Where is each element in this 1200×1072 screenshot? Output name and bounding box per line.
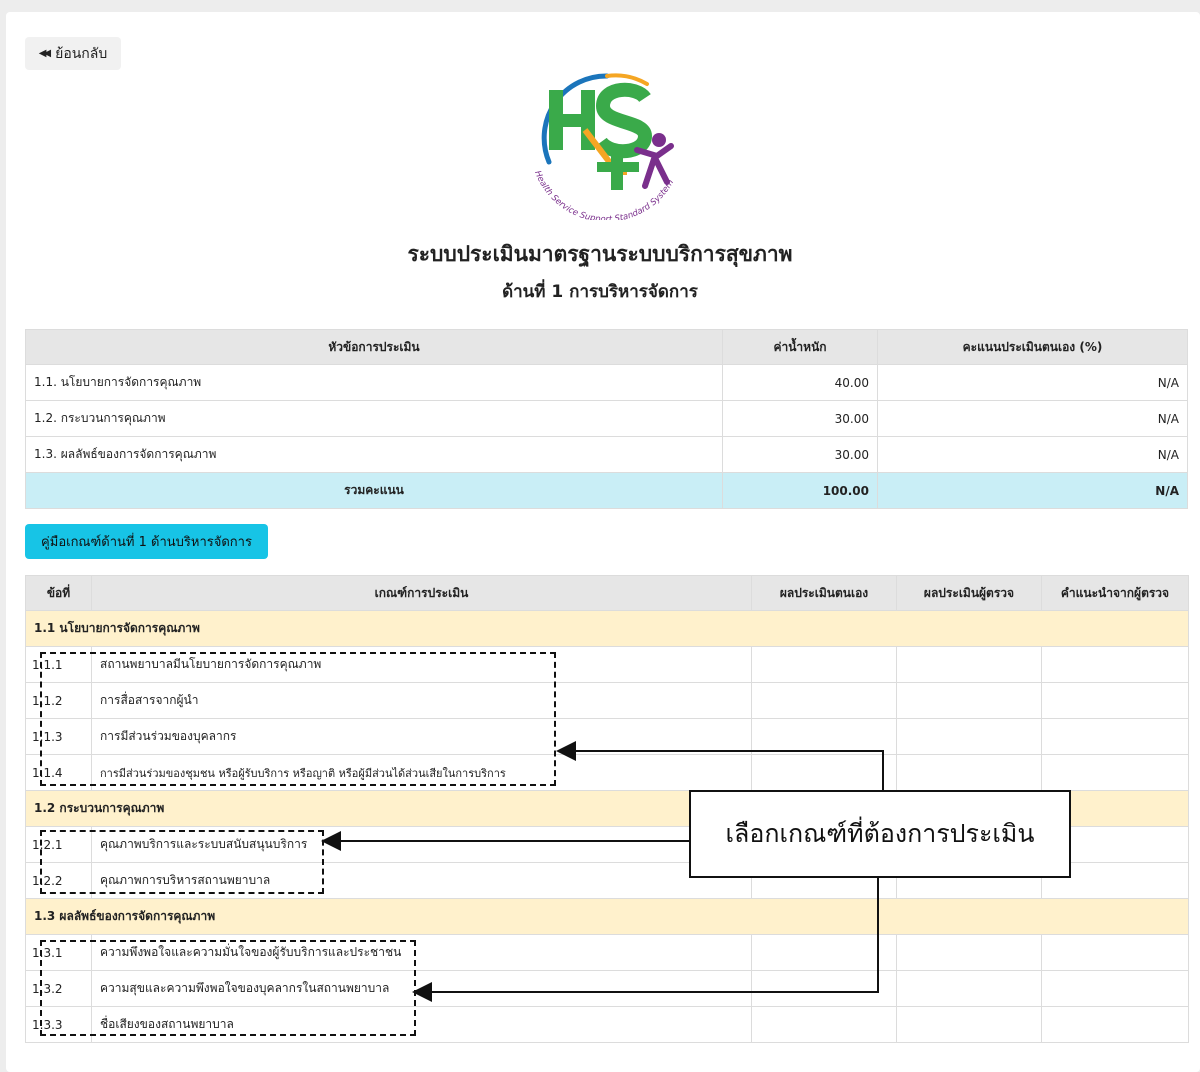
back-button-label: ย้อนกลับ bbox=[55, 45, 108, 62]
inspector-advice-cell bbox=[1041, 970, 1189, 1007]
col-no: ข้อที่ bbox=[25, 575, 92, 611]
inspector-advice-cell bbox=[1041, 682, 1189, 719]
inspector-result-cell bbox=[896, 718, 1042, 755]
criteria-row-1-3-2[interactable]: 1.3.2 ความสุขและความพึงพอใจของบุคลากรในส… bbox=[25, 970, 1189, 1007]
criteria-link[interactable]: ความพึงพอใจและความมั่นใจของผู้รับบริการแ… bbox=[91, 934, 752, 971]
criteria-code: 1.3.2 bbox=[25, 970, 92, 1007]
criteria-link[interactable]: คุณภาพการบริหารสถานพยาบาล bbox=[91, 862, 752, 899]
total-row: รวมคะแนน 100.00 N/A bbox=[25, 472, 1188, 509]
score-cell: N/A bbox=[877, 400, 1188, 437]
inspector-advice-cell bbox=[1041, 1006, 1189, 1043]
logo-tagline: Health Service Support Standard System bbox=[532, 169, 676, 220]
section-title: 1.3 ผลลัพธ์ของการจัดการคุณภาพ bbox=[25, 898, 1189, 935]
col-self-result: ผลประเมินตนเอง bbox=[751, 575, 897, 611]
rewind-icon: ◀◀ bbox=[38, 48, 52, 59]
score-summary-table: หัวข้อการประเมิน ค่าน้ำหนัก คะแนนประเมิน… bbox=[25, 329, 1188, 509]
inspector-result-cell bbox=[896, 970, 1042, 1007]
criteria-manual-button[interactable]: คู่มือเกณฑ์ด้านที่ 1 ด้านบริหารจัดการ bbox=[25, 524, 268, 559]
criteria-code: 1.3.1 bbox=[25, 934, 92, 971]
weight-cell: 40.00 bbox=[722, 364, 878, 401]
self-result-cell bbox=[751, 718, 897, 755]
inspector-advice-cell bbox=[1041, 718, 1189, 755]
col-inspector-result: ผลประเมินผู้ตรวจ bbox=[896, 575, 1042, 611]
inspector-advice-cell bbox=[1041, 754, 1189, 791]
section-row-1-1: 1.1 นโยบายการจัดการคุณภาพ bbox=[25, 610, 1189, 647]
criteria-code: 1.2.1 bbox=[25, 826, 92, 863]
inspector-advice-cell bbox=[1041, 934, 1189, 971]
table-row: 1.1. นโยบายการจัดการคุณภาพ 40.00 N/A bbox=[25, 364, 1188, 401]
criteria-code: 1.1.4 bbox=[25, 754, 92, 791]
inspector-result-cell bbox=[896, 646, 1042, 683]
total-weight: 100.00 bbox=[722, 472, 878, 509]
col-self-score: คะแนนประเมินตนเอง (%) bbox=[877, 329, 1188, 365]
total-label: รวมคะแนน bbox=[25, 472, 723, 509]
callout-box: เลือกเกณฑ์ที่ต้องการประเมิน bbox=[689, 790, 1071, 878]
criteria-row-1-3-1[interactable]: 1.3.1 ความพึงพอใจและความมั่นใจของผู้รับบ… bbox=[25, 934, 1189, 971]
criteria-row-1-1-2[interactable]: 1.1.2 การสื่อสารจากผู้นำ bbox=[25, 682, 1189, 719]
criteria-code: 1.2.2 bbox=[25, 862, 92, 899]
criteria-code: 1.1.1 bbox=[25, 646, 92, 683]
weight-cell: 30.00 bbox=[722, 400, 878, 437]
back-button[interactable]: ◀◀ ย้อนกลับ bbox=[25, 37, 121, 70]
topic-cell: 1.1. นโยบายการจัดการคุณภาพ bbox=[25, 364, 723, 401]
col-criteria: เกณฑ์การประเมิน bbox=[91, 575, 752, 611]
criteria-link[interactable]: ชื่อเสียงของสถานพยาบาล bbox=[91, 1006, 752, 1043]
weight-cell: 30.00 bbox=[722, 436, 878, 473]
criteria-link[interactable]: คุณภาพบริการและระบบสนับสนุนบริการ bbox=[91, 826, 752, 863]
col-weight: ค่าน้ำหนัก bbox=[722, 329, 878, 365]
score-cell: N/A bbox=[877, 364, 1188, 401]
table-row: 1.3. ผลลัพธ์ของการจัดการคุณภาพ 30.00 N/A bbox=[25, 436, 1188, 473]
col-topic: หัวข้อการประเมิน bbox=[25, 329, 723, 365]
section-title: 1.1 นโยบายการจัดการคุณภาพ bbox=[25, 610, 1189, 647]
self-result-cell bbox=[751, 754, 897, 791]
inspector-result-cell bbox=[896, 934, 1042, 971]
criteria-link[interactable]: ความสุขและความพึงพอใจของบุคลากรในสถานพยา… bbox=[91, 970, 752, 1007]
criteria-row-1-3-3[interactable]: 1.3.3 ชื่อเสียงของสถานพยาบาล bbox=[25, 1006, 1189, 1043]
topic-cell: 1.3. ผลลัพธ์ของการจัดการคุณภาพ bbox=[25, 436, 723, 473]
page-title: ระบบประเมินมาตรฐานระบบบริการสุขภาพ bbox=[407, 242, 793, 266]
svg-text:Health Service Support Standar: Health Service Support Standard System bbox=[532, 169, 676, 220]
table-row: 1.2. กระบวนการคุณภาพ 30.00 N/A bbox=[25, 400, 1188, 437]
hs4-logo: Health Service Support Standard System bbox=[532, 73, 676, 220]
self-result-cell bbox=[751, 970, 897, 1007]
inspector-result-cell bbox=[896, 754, 1042, 791]
total-score: N/A bbox=[877, 472, 1188, 509]
inspector-advice-cell bbox=[1041, 646, 1189, 683]
inspector-result-cell bbox=[896, 682, 1042, 719]
criteria-code: 1.3.3 bbox=[25, 1006, 92, 1043]
col-inspector-advice: คำแนะนำจากผู้ตรวจ bbox=[1041, 575, 1189, 611]
inspector-result-cell bbox=[896, 1006, 1042, 1043]
self-result-cell bbox=[751, 682, 897, 719]
topic-cell: 1.2. กระบวนการคุณภาพ bbox=[25, 400, 723, 437]
score-cell: N/A bbox=[877, 436, 1188, 473]
criteria-link[interactable]: การมีส่วนร่วมของชุมชน หรือผู้รับบริการ ห… bbox=[91, 754, 752, 791]
criteria-row-1-1-1[interactable]: 1.1.1 สถานพยาบาลมีนโยบายการจัดการคุณภาพ bbox=[25, 646, 1189, 683]
criteria-link[interactable]: การสื่อสารจากผู้นำ bbox=[91, 682, 752, 719]
criteria-code: 1.1.2 bbox=[25, 682, 92, 719]
criteria-code: 1.1.3 bbox=[25, 718, 92, 755]
criteria-link[interactable]: สถานพยาบาลมีนโยบายการจัดการคุณภาพ bbox=[91, 646, 752, 683]
self-result-cell bbox=[751, 934, 897, 971]
page-subtitle: ด้านที่ 1 การบริหารจัดการ bbox=[502, 282, 698, 302]
section-row-1-3: 1.3 ผลลัพธ์ของการจัดการคุณภาพ bbox=[25, 898, 1189, 935]
criteria-row-1-1-4[interactable]: 1.1.4 การมีส่วนร่วมของชุมชน หรือผู้รับบร… bbox=[25, 754, 1189, 791]
self-result-cell bbox=[751, 1006, 897, 1043]
self-result-cell bbox=[751, 646, 897, 683]
criteria-link[interactable]: การมีส่วนร่วมของบุคลากร bbox=[91, 718, 752, 755]
criteria-row-1-1-3[interactable]: 1.1.3 การมีส่วนร่วมของบุคลากร bbox=[25, 718, 1189, 755]
